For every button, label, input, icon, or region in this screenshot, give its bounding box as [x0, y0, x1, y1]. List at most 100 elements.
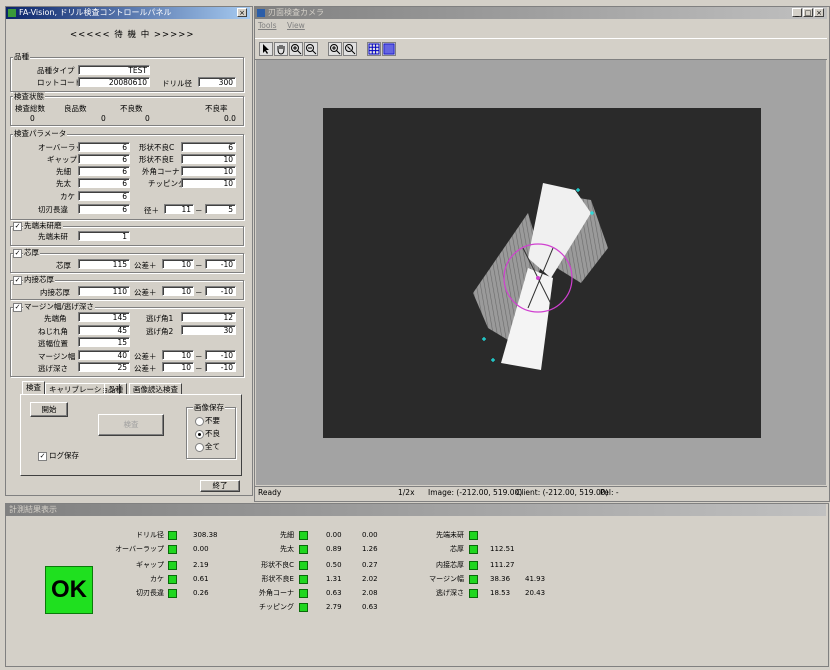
relief2-field[interactable]: 30	[181, 325, 236, 335]
inner-tol-plus-field[interactable]: 10	[162, 286, 194, 296]
start-button[interactable]: 開始	[30, 402, 68, 417]
status-zoom: 1/2x	[398, 488, 415, 497]
relief1-field[interactable]: 12	[181, 312, 236, 322]
ok-verdict-text: OK	[51, 576, 87, 603]
param-field-edge-length[interactable]: 6	[78, 204, 130, 214]
margin-pos-field[interactable]: 15	[78, 337, 130, 347]
image-save-radio-bad[interactable]	[195, 430, 204, 439]
status-client-coords: Client: (-212.00, 519.00)	[516, 488, 609, 497]
param-field-chip[interactable]: 6	[78, 191, 130, 201]
result-label-drill-diameter: ドリル径	[136, 531, 164, 539]
core-thickness-checkbox[interactable]: ✓	[13, 249, 22, 258]
inner-tol-minus-field[interactable]: -10	[205, 286, 236, 296]
param-field-overlap[interactable]: 6	[78, 142, 130, 152]
param-field-chipping[interactable]: 10	[181, 178, 236, 188]
status-ready: Ready	[258, 488, 282, 497]
image-save-radio-all[interactable]	[195, 443, 204, 452]
menu-view[interactable]: View	[287, 21, 305, 31]
exit-button[interactable]: 終了	[200, 480, 240, 492]
param-field-shape-e[interactable]: 10	[181, 154, 236, 164]
zoom-in-icon[interactable]	[289, 42, 303, 56]
tip-unpolished-checkbox[interactable]: ✓	[13, 222, 22, 231]
status-text: <<<<< 待 機 中 >>>>>	[70, 30, 195, 40]
result-label-outer-corner: 外角コーナ	[259, 589, 294, 597]
zoom-fit-icon[interactable]	[343, 42, 357, 56]
image-save-label-bad: 不良	[205, 429, 220, 438]
param-field-tip-thin[interactable]: 6	[78, 166, 130, 176]
inner-tol-dash: －	[195, 288, 203, 297]
result-value-shape-e-2: 2.02	[362, 575, 378, 583]
hand-icon[interactable]	[274, 42, 288, 56]
lot-code-field[interactable]: 20080610	[78, 77, 150, 87]
result-label-overlap: オーバーラップ	[115, 545, 164, 553]
result-value-tip-thick-2: 1.26	[362, 545, 378, 553]
log-save-checkbox[interactable]: ✓	[38, 452, 47, 461]
relief1-label: 逃げ角1	[146, 314, 174, 323]
diameter-tol-plus-field[interactable]: 11	[164, 204, 194, 214]
drill-diameter-field[interactable]: 300	[198, 77, 236, 87]
good-count-value: 0	[101, 114, 106, 123]
param-label-edge-length: 切刃長違	[38, 205, 68, 214]
menu-tools[interactable]: Tools	[258, 21, 276, 31]
result-label-tip-thick: 先太	[280, 545, 294, 553]
maximize-icon[interactable]: □	[803, 8, 813, 17]
inspect-button[interactable]: 検査	[98, 414, 164, 436]
param-field-gap[interactable]: 6	[78, 154, 130, 164]
twist-field[interactable]: 45	[78, 325, 130, 335]
camera-titlebar[interactable]: 刃面検査カメラ _ □ ×	[255, 7, 827, 19]
product-group-title: 品種	[13, 52, 30, 61]
param-field-outer-corner[interactable]: 10	[181, 166, 236, 176]
result-led-shape-c	[299, 561, 308, 570]
param-label-chipping: チッピング	[148, 179, 186, 188]
result-led-edge-length	[168, 589, 177, 598]
core-tol-plus-field[interactable]: 10	[162, 259, 194, 269]
mw-tol-minus-field[interactable]: -10	[205, 350, 236, 360]
tab-inspect[interactable]: 検査	[22, 381, 45, 395]
param-field-tip-thick[interactable]: 6	[78, 178, 130, 188]
grid-dense-icon[interactable]	[382, 42, 396, 56]
result-label-chipping: チッピング	[259, 603, 294, 611]
zoom-out-icon[interactable]	[304, 42, 318, 56]
diameter-tol-minus-field[interactable]: 5	[205, 204, 236, 214]
param-label-chip: カケ	[60, 192, 75, 201]
close-icon[interactable]: ×	[237, 8, 247, 17]
camera-image[interactable]	[323, 108, 761, 438]
pointer-icon[interactable]	[259, 42, 273, 56]
product-type-field[interactable]: TEST	[78, 65, 150, 75]
relief-depth-field[interactable]: 25	[78, 362, 130, 372]
bad-count-value: 0	[145, 114, 150, 123]
mw-tol-label: 公差＋	[134, 352, 157, 361]
total-count-value: 0	[30, 114, 35, 123]
result-led-overlap	[168, 545, 177, 554]
param-label-tip-thick: 先太	[56, 179, 71, 188]
core-thickness-field[interactable]: 115	[78, 259, 130, 269]
rd-tol-minus-field[interactable]: -10	[205, 362, 236, 372]
margin-checkbox[interactable]: ✓	[13, 303, 22, 312]
inner-core-checkbox[interactable]: ✓	[13, 276, 22, 285]
inner-core-field[interactable]: 110	[78, 286, 130, 296]
tip-unpolished-field[interactable]: 1	[78, 231, 130, 241]
param-label-gap: ギャップ	[47, 155, 77, 164]
core-tol-label: 公差＋	[134, 261, 157, 270]
result-value-margin-width-1: 38.36	[490, 575, 511, 583]
control-panel-title: FA-Vision, ドリル検査コントロールパネル	[19, 8, 172, 17]
margin-width-field[interactable]: 40	[78, 350, 130, 360]
result-led-drill-diameter	[168, 531, 177, 540]
tip-angle-field[interactable]: 145	[78, 312, 130, 322]
rd-tol-plus-field[interactable]: 10	[162, 362, 194, 372]
core-tol-minus-field[interactable]: -10	[205, 259, 236, 269]
control-panel-titlebar[interactable]: FA-Vision, ドリル検査コントロールパネル ×	[6, 7, 250, 19]
grid-icon[interactable]	[367, 42, 381, 56]
result-value-relief-depth-1: 18.53	[490, 589, 511, 597]
core-thickness-title: 芯厚	[23, 248, 40, 257]
camera-close-icon[interactable]: ×	[814, 8, 824, 17]
minimize-icon[interactable]: _	[792, 8, 802, 17]
image-save-radio-none[interactable]	[195, 417, 204, 426]
mw-tol-plus-field[interactable]: 10	[162, 350, 194, 360]
result-label-chip: カケ	[150, 575, 164, 583]
result-led-chip	[168, 575, 177, 584]
zoom-in-2-icon[interactable]	[328, 42, 342, 56]
total-count-header: 検査総数	[15, 104, 45, 113]
param-field-shape-c[interactable]: 6	[181, 142, 236, 152]
tip-unpolished-label: 先端未研	[38, 232, 68, 241]
